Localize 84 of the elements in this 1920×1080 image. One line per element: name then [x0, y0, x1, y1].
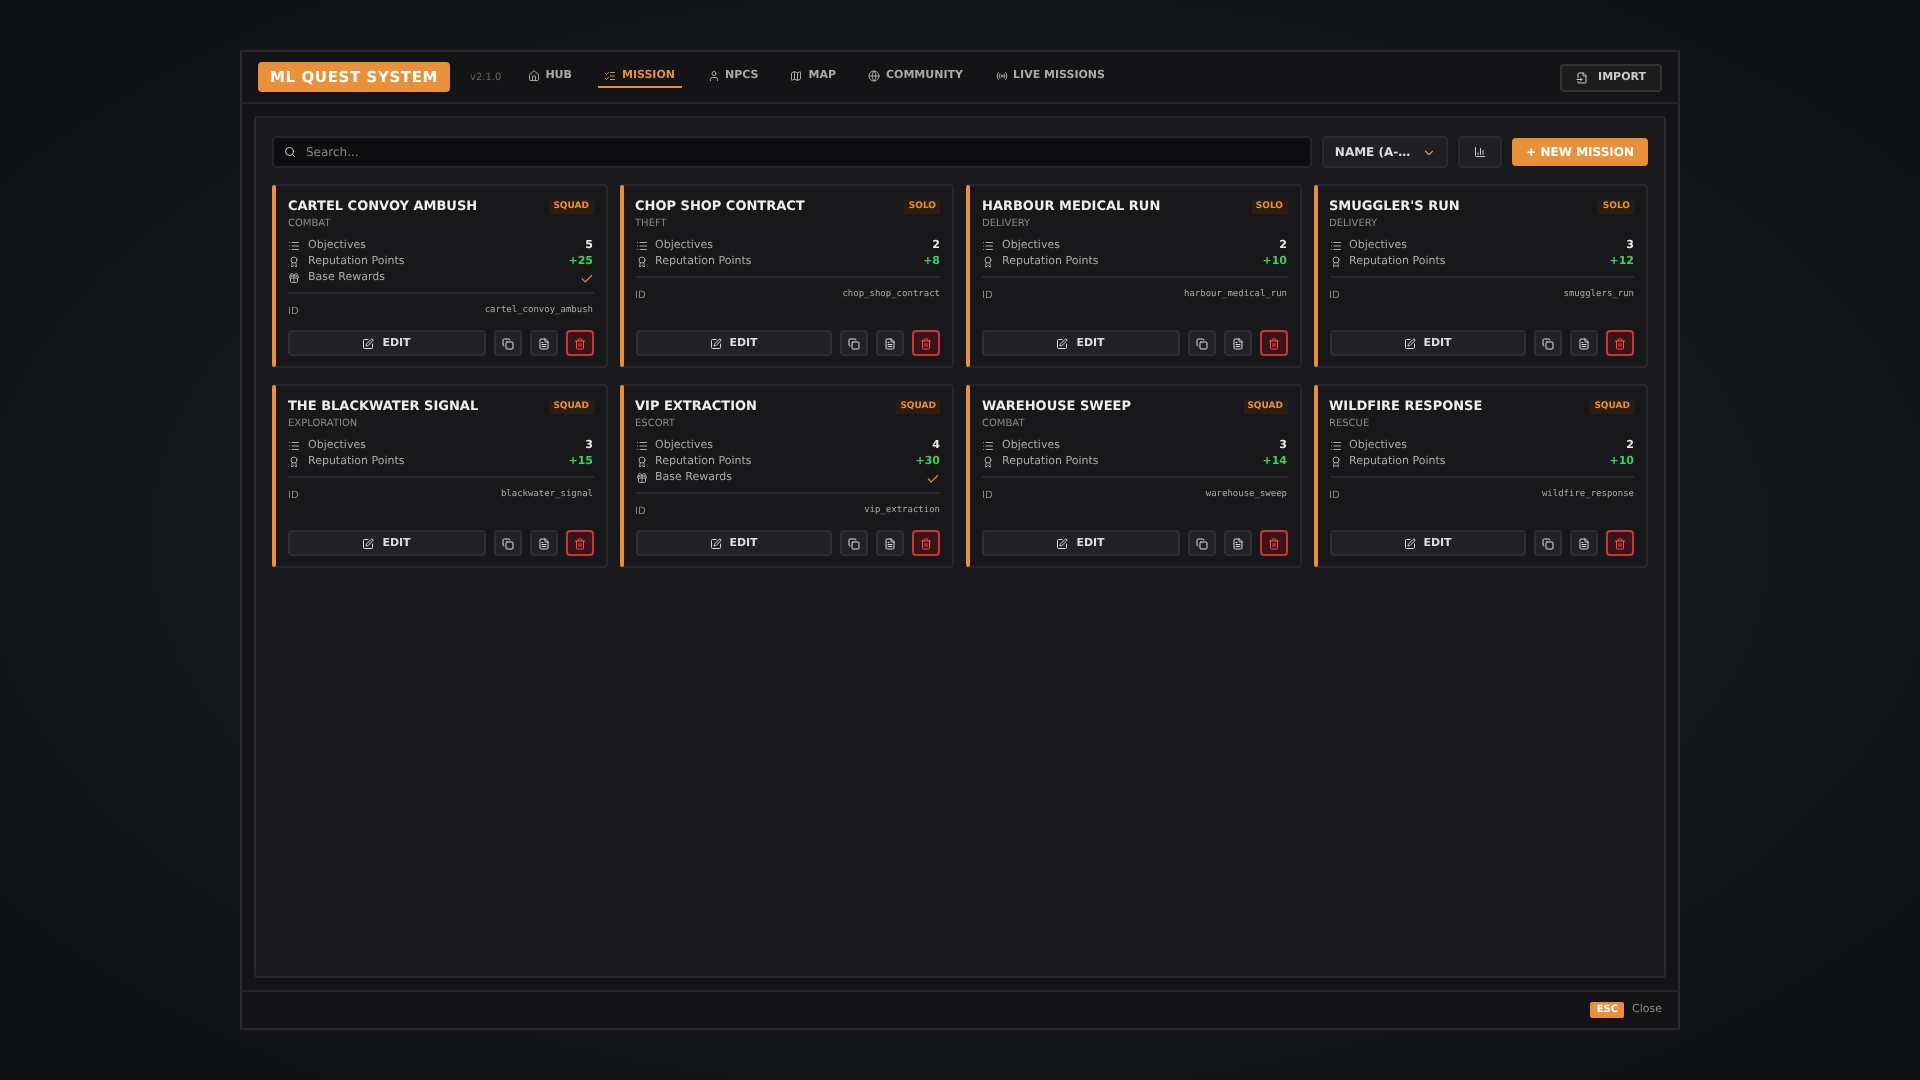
list-icon — [982, 240, 994, 252]
copy-icon — [1195, 537, 1207, 549]
document-icon — [1231, 337, 1243, 349]
list-icon — [635, 240, 647, 252]
import-icon — [1576, 71, 1589, 83]
duplicate-button[interactable] — [493, 530, 521, 556]
trash-icon — [1614, 537, 1626, 549]
delete-button[interactable] — [912, 330, 940, 356]
trash-icon — [920, 537, 932, 549]
sort-order-button[interactable] — [1458, 136, 1503, 168]
trash-icon — [573, 537, 585, 549]
list-icon — [1329, 240, 1341, 252]
export-button[interactable] — [1570, 530, 1598, 556]
document-icon — [884, 337, 896, 349]
list-icon — [635, 440, 647, 452]
document-icon — [537, 337, 549, 349]
ribbon-icon — [982, 456, 994, 468]
edit-icon — [709, 337, 722, 349]
copy-icon — [501, 337, 513, 349]
duplicate-button[interactable] — [1187, 530, 1215, 556]
trash-icon — [1267, 337, 1279, 349]
home-icon — [527, 70, 540, 82]
edit-icon — [1056, 537, 1069, 549]
ribbon-icon — [1329, 456, 1341, 468]
ribbon-icon — [288, 456, 300, 468]
list-icon — [288, 240, 300, 252]
edit-icon — [1403, 337, 1416, 349]
list-icon — [1329, 440, 1341, 452]
edit-icon — [1403, 537, 1416, 549]
export-button[interactable] — [1223, 530, 1251, 556]
list-icon — [982, 440, 994, 452]
edit-icon — [709, 537, 722, 549]
ribbon-icon — [288, 256, 300, 268]
ribbon-icon — [635, 256, 647, 268]
delete-button[interactable] — [1259, 530, 1287, 556]
document-icon — [1578, 537, 1590, 549]
export-button[interactable] — [529, 330, 557, 356]
trash-icon — [1614, 337, 1626, 349]
document-icon — [884, 537, 896, 549]
copy-icon — [1542, 337, 1554, 349]
list-icon — [288, 440, 300, 452]
gift-icon — [288, 272, 300, 284]
gift-icon — [635, 472, 647, 484]
document-icon — [537, 537, 549, 549]
delete-button[interactable] — [565, 530, 593, 556]
bar-chart-icon — [1474, 146, 1487, 158]
trash-icon — [920, 337, 932, 349]
delete-button[interactable] — [1259, 330, 1287, 356]
ribbon-icon — [1329, 256, 1341, 268]
export-button[interactable] — [876, 330, 904, 356]
globe-icon — [868, 70, 880, 82]
copy-icon — [848, 337, 860, 349]
ribbon-icon — [982, 256, 994, 268]
copy-icon — [848, 537, 860, 549]
copy-icon — [1542, 537, 1554, 549]
duplicate-button[interactable] — [1187, 330, 1215, 356]
edit-icon — [362, 537, 375, 549]
export-button[interactable] — [876, 530, 904, 556]
delete-button[interactable] — [1606, 530, 1634, 556]
chevron-icon — [1422, 145, 1437, 159]
duplicate-button[interactable] — [840, 330, 868, 356]
document-icon — [1231, 537, 1243, 549]
person-icon — [707, 70, 719, 82]
map-icon — [790, 70, 803, 82]
trash-icon — [1267, 537, 1279, 549]
edit-icon — [362, 337, 375, 349]
edit-icon — [1056, 337, 1069, 349]
export-button[interactable] — [1223, 330, 1251, 356]
duplicate-button[interactable] — [493, 330, 521, 356]
copy-icon — [501, 537, 513, 549]
search-icon — [284, 146, 296, 158]
duplicate-button[interactable] — [840, 530, 868, 556]
ribbon-icon — [635, 456, 647, 468]
duplicate-button[interactable] — [1534, 330, 1562, 356]
export-button[interactable] — [1570, 330, 1598, 356]
duplicate-button[interactable] — [1534, 530, 1562, 556]
signal-icon — [995, 70, 1008, 82]
delete-button[interactable] — [1606, 330, 1634, 356]
copy-icon — [1195, 337, 1207, 349]
export-button[interactable] — [529, 530, 557, 556]
document-icon — [1578, 337, 1590, 349]
delete-button[interactable] — [565, 330, 593, 356]
trash-icon — [573, 337, 585, 349]
delete-button[interactable] — [912, 530, 940, 556]
